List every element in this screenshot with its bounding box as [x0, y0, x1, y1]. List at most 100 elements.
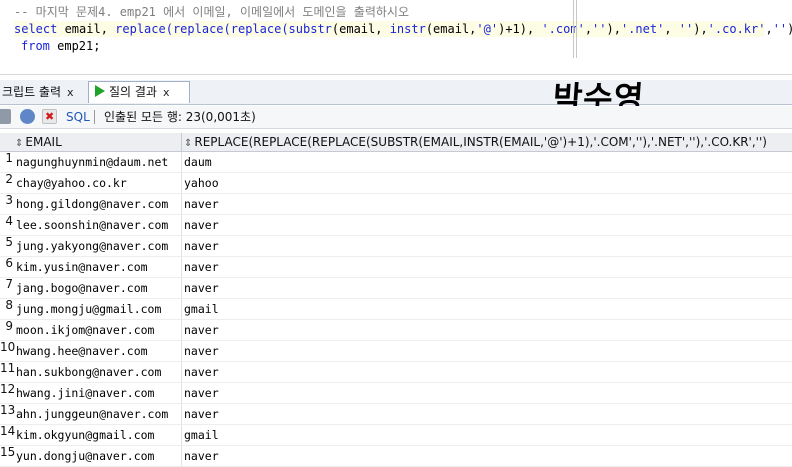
cell-domain[interactable]: naver [181, 320, 791, 340]
code-text: , [765, 22, 773, 36]
code-text: email, [57, 22, 116, 36]
tab-close-icon[interactable]: x [163, 86, 170, 99]
cell-domain[interactable]: naver [181, 236, 791, 256]
row-number: 15 [0, 445, 16, 459]
fetch-status: 인출된 모든 행: 23(0,001초) [104, 110, 256, 124]
cell-email[interactable]: lee.soonshin@naver.com [16, 215, 180, 235]
string-literal: '.com' [541, 22, 585, 36]
table-row[interactable]: 13 ahn.junggeun@naver.com naver [0, 403, 792, 425]
row-number: 4 [5, 214, 13, 228]
column-header-label: REPLACE(REPLACE(REPLACE(SUBSTR(EMAIL,INS… [194, 135, 767, 149]
code-select-line[interactable]: select email, replace(replace(replace(su… [14, 21, 792, 37]
table-row[interactable]: 14 kim.okgyun@gmail.com gmail [0, 424, 792, 446]
result-tab-strip: 크립트 출력 x 질의 결과 x [0, 80, 792, 105]
row-number: 2 [5, 172, 13, 186]
cell-email[interactable]: kim.okgyun@gmail.com [16, 425, 180, 445]
code-comment-line[interactable]: -- 마지막 문제4. emp21 에서 이메일, 이메일에서 도메인을 출력하… [14, 4, 409, 20]
cell-domain[interactable]: naver [181, 278, 791, 298]
table-row[interactable]: 15 yun.dongju@naver.com naver [0, 445, 792, 467]
table-row[interactable]: 9 moon.ikjom@naver.com naver [0, 319, 792, 341]
refresh-icon[interactable] [20, 109, 35, 124]
cell-email[interactable]: han.sukbong@naver.com [16, 362, 180, 382]
cell-domain[interactable]: naver [181, 362, 791, 382]
row-number: 11 [0, 361, 16, 375]
cell-email[interactable]: chay@yahoo.co.kr [16, 173, 180, 193]
cell-domain[interactable]: yahoo [181, 173, 791, 193]
table-row[interactable]: 4 lee.soonshin@naver.com naver [0, 214, 792, 236]
tab-close-icon[interactable]: x [67, 86, 74, 99]
row-number: 7 [5, 277, 13, 291]
sql-button[interactable]: SQL [66, 106, 90, 128]
cell-domain[interactable]: naver [181, 404, 791, 424]
code-text: emp21; [49, 39, 101, 53]
cell-domain[interactable]: naver [181, 341, 791, 361]
cell-domain[interactable]: daum [181, 152, 791, 172]
string-literal: '' [678, 22, 694, 36]
tab-query-result[interactable]: 질의 결과 x [88, 81, 190, 103]
cell-domain[interactable]: naver [181, 215, 791, 235]
run-icon [95, 85, 105, 97]
code-text: )+1), [498, 22, 542, 36]
cell-domain[interactable]: gmail [181, 299, 791, 319]
cell-domain[interactable]: naver [181, 446, 791, 466]
print-icon[interactable] [0, 109, 11, 124]
cell-email[interactable]: jung.yakyong@naver.com [16, 236, 180, 256]
row-number: 6 [5, 256, 13, 270]
cell-email[interactable]: hwang.hee@naver.com [16, 341, 180, 361]
string-literal: '' [592, 22, 607, 36]
tab-label: 크립트 출력 [2, 85, 62, 99]
cell-domain[interactable]: naver [181, 383, 791, 403]
cell-domain[interactable]: gmail [181, 425, 791, 445]
row-number: 14 [0, 424, 16, 438]
cell-email[interactable]: hwang.jini@naver.com [16, 383, 180, 403]
cell-email[interactable]: kim.yusin@naver.com [16, 257, 180, 277]
keyword-instr: instr [389, 22, 426, 36]
keyword-replace-substr: replace(replace(replace(substr [115, 22, 332, 36]
string-literal: '.co.kr' [707, 22, 766, 36]
tab-script-output[interactable]: 크립트 출력 x [0, 82, 88, 103]
cell-email[interactable]: yun.dongju@naver.com [16, 446, 180, 466]
tab-label: 질의 결과 [109, 85, 157, 99]
cell-email[interactable]: jung.mongju@gmail.com [16, 299, 180, 319]
sort-icon: ⇕ [15, 138, 24, 149]
cell-domain[interactable]: naver [181, 194, 791, 214]
cell-email[interactable]: hong.gildong@naver.com [16, 194, 180, 214]
cancel-fetch-icon[interactable] [42, 106, 57, 128]
sql-editor[interactable]: -- 마지막 문제4. emp21 에서 이메일, 이메일에서 도메인을 출력하… [0, 0, 792, 75]
grid-header: ⇕ EMAIL ⇕ REPLACE(REPLACE(REPLACE(SUBSTR(E… [0, 133, 792, 152]
column-header-label: EMAIL [25, 135, 62, 149]
row-number: 10 [0, 340, 16, 354]
column-header-email[interactable]: ⇕ EMAIL [15, 133, 179, 151]
column-guide [576, 0, 577, 58]
code-from-line[interactable]: from emp21; [21, 38, 100, 54]
table-row[interactable]: 8 jung.mongju@gmail.com gmail [0, 298, 792, 320]
code-text: (email, [331, 22, 390, 36]
result-grid[interactable]: ⇕ EMAIL ⇕ REPLACE(REPLACE(REPLACE(SUBSTR(E… [0, 133, 792, 467]
table-row[interactable]: 11 han.sukbong@naver.com naver [0, 361, 792, 383]
table-row[interactable]: 6 kim.yusin@naver.com naver [0, 256, 792, 278]
code-text: , [664, 22, 679, 36]
string-literal: '.net' [620, 22, 665, 36]
result-toolbar: SQL 인출된 모든 행: 23(0,001초) [0, 106, 792, 129]
cell-domain[interactable]: naver [181, 257, 791, 277]
row-number: 5 [5, 235, 13, 249]
column-header-replace[interactable]: ⇕ REPLACE(REPLACE(REPLACE(SUBSTR(EMAIL,IN… [181, 133, 792, 151]
table-row[interactable]: 7 jang.bogo@naver.com naver [0, 277, 792, 299]
table-row[interactable]: 2 chay@yahoo.co.kr yahoo [0, 172, 792, 194]
cell-email[interactable]: jang.bogo@naver.com [16, 278, 180, 298]
code-text: (email, [425, 22, 477, 36]
table-row[interactable]: 3 hong.gildong@naver.com naver [0, 193, 792, 215]
table-row[interactable]: 12 hwang.jini@naver.com naver [0, 382, 792, 404]
string-literal: '' [772, 22, 788, 36]
grid-rows: 1 nagunghuynmin@daum.net daum 2 chay@yahoo.c… [0, 151, 792, 467]
cell-email[interactable]: moon.ikjom@naver.com [16, 320, 180, 340]
row-number: 13 [0, 403, 16, 417]
code-text: ), [693, 22, 708, 36]
cell-email[interactable]: ahn.junggeun@naver.com [16, 404, 180, 424]
row-number: 3 [5, 193, 13, 207]
table-row[interactable]: 10 hwang.hee@naver.com naver [0, 340, 792, 362]
toolbar-divider [94, 110, 95, 124]
table-row[interactable]: 5 jung.yakyong@naver.com naver [0, 235, 792, 257]
cell-email[interactable]: nagunghuynmin@daum.net [16, 152, 180, 172]
table-row[interactable]: 1 nagunghuynmin@daum.net daum [0, 151, 792, 173]
